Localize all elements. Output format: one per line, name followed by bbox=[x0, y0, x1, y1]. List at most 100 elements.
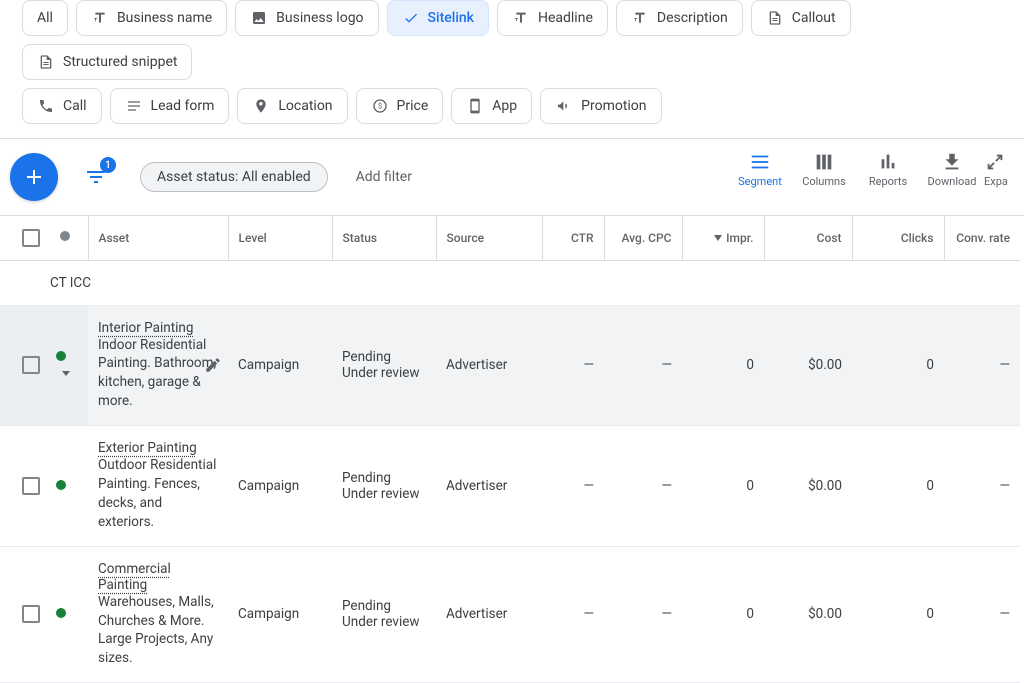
col-avg-cpc[interactable]: Avg. CPC bbox=[604, 216, 682, 260]
download-label: Download bbox=[928, 175, 977, 188]
row-checkbox[interactable] bbox=[22, 477, 40, 495]
chip-promotion[interactable]: Promotion bbox=[540, 88, 661, 124]
download-button[interactable]: Download bbox=[920, 151, 984, 188]
table-row[interactable]: Exterior Painting Outdoor Residential Pa… bbox=[0, 426, 1020, 547]
status-dot-green-icon[interactable] bbox=[56, 608, 66, 618]
asset-description: Outdoor Residential Painting. Fences, de… bbox=[98, 457, 216, 530]
chip-label: Sitelink bbox=[428, 10, 474, 26]
doc-icon bbox=[766, 9, 784, 27]
table-row[interactable]: Commercial Painting Warehouses, Malls, C… bbox=[0, 546, 1020, 683]
pin-icon bbox=[252, 97, 270, 115]
col-ctr[interactable]: CTR bbox=[542, 216, 604, 260]
status-dot-green-icon[interactable] bbox=[56, 351, 66, 361]
cell-status: PendingUnder review bbox=[332, 305, 436, 426]
svg-text:$: $ bbox=[377, 102, 381, 111]
cell-conv-rate: — bbox=[944, 305, 1020, 426]
chip-business-logo[interactable]: Business logo bbox=[235, 0, 378, 36]
promo-icon bbox=[555, 97, 573, 115]
cell-level: Campaign bbox=[228, 426, 332, 547]
impr-label: Impr. bbox=[726, 231, 753, 245]
chip-business-name[interactable]: Business name bbox=[76, 0, 227, 36]
cell-avg-cpc: — bbox=[604, 305, 682, 426]
chip-label: App bbox=[492, 98, 517, 114]
chip-label: All bbox=[37, 10, 53, 26]
add-asset-button[interactable] bbox=[10, 153, 58, 201]
doc-icon bbox=[37, 53, 55, 71]
cell-avg-cpc: — bbox=[604, 426, 682, 547]
call-icon bbox=[37, 97, 55, 115]
cell-clicks: 0 bbox=[852, 305, 944, 426]
cell-impr: 0 bbox=[682, 426, 764, 547]
select-all-checkbox[interactable] bbox=[22, 229, 40, 247]
chip-label: Promotion bbox=[581, 98, 646, 114]
asset-type-chips-row-1: All Business name Business logo Sitelink… bbox=[0, 0, 1024, 84]
group-row: CT ICC bbox=[0, 260, 1020, 305]
cell-cost: $0.00 bbox=[764, 305, 852, 426]
cell-status: PendingUnder review bbox=[332, 546, 436, 683]
cell-status: PendingUnder review bbox=[332, 426, 436, 547]
form-icon bbox=[125, 97, 143, 115]
chip-call[interactable]: Call bbox=[22, 88, 102, 124]
cell-cost: $0.00 bbox=[764, 546, 852, 683]
asset-title[interactable]: Commercial Painting bbox=[98, 561, 171, 593]
chip-label: Headline bbox=[538, 10, 593, 26]
cell-ctr: — bbox=[542, 305, 604, 426]
image-icon bbox=[250, 9, 268, 27]
chip-headline[interactable]: Headline bbox=[497, 0, 608, 36]
chip-label: Callout bbox=[792, 10, 836, 26]
toolbar-tools: Segment Columns Reports Download Expa bbox=[728, 151, 1024, 188]
asset-type-chips-row-2: Call Lead form Location $ Price App Prom… bbox=[0, 88, 1024, 128]
status-dot-green-icon[interactable] bbox=[56, 480, 66, 490]
chip-structured-snippet[interactable]: Structured snippet bbox=[22, 44, 192, 80]
chip-label: Business logo bbox=[276, 10, 363, 26]
columns-button[interactable]: Columns bbox=[792, 151, 856, 188]
chip-callout[interactable]: Callout bbox=[751, 0, 851, 36]
asset-title[interactable]: Interior Painting bbox=[98, 320, 193, 336]
chip-location[interactable]: Location bbox=[237, 88, 347, 124]
asset-description: Indoor Residential Painting. Bathroom, k… bbox=[98, 337, 216, 410]
col-source[interactable]: Source bbox=[436, 216, 542, 260]
chip-all[interactable]: All bbox=[22, 0, 68, 36]
chevron-down-icon[interactable] bbox=[62, 371, 70, 376]
cell-ctr: — bbox=[542, 426, 604, 547]
chip-lead-form[interactable]: Lead form bbox=[110, 88, 230, 124]
reports-button[interactable]: Reports bbox=[856, 151, 920, 188]
chip-app[interactable]: App bbox=[451, 88, 532, 124]
cell-cost: $0.00 bbox=[764, 426, 852, 547]
add-filter-label: Add filter bbox=[356, 169, 412, 185]
chip-price[interactable]: $ Price bbox=[356, 88, 444, 124]
asset-title[interactable]: Exterior Painting bbox=[98, 440, 197, 456]
cell-source: Advertiser bbox=[436, 305, 542, 426]
text-icon bbox=[512, 9, 530, 27]
table-row[interactable]: Interior Painting Indoor Residential Pai… bbox=[0, 305, 1020, 426]
assets-table: Asset Level Status Source CTR Avg. CPC I… bbox=[0, 215, 1024, 683]
status-dot-icon bbox=[60, 231, 70, 241]
chip-sitelink[interactable]: Sitelink bbox=[387, 0, 489, 36]
col-status[interactable]: Status bbox=[332, 216, 436, 260]
col-clicks[interactable]: Clicks bbox=[852, 216, 944, 260]
reports-label: Reports bbox=[869, 175, 907, 188]
status-chip-label: Asset status: All enabled bbox=[157, 169, 311, 185]
filter-button[interactable]: 1 bbox=[80, 161, 112, 193]
edit-icon[interactable] bbox=[204, 356, 222, 374]
segment-button[interactable]: Segment bbox=[728, 151, 792, 188]
col-level[interactable]: Level bbox=[228, 216, 332, 260]
col-asset[interactable]: Asset bbox=[88, 216, 228, 260]
chip-label: Business name bbox=[117, 10, 212, 26]
app-icon bbox=[466, 97, 484, 115]
cell-ctr: — bbox=[542, 546, 604, 683]
row-checkbox[interactable] bbox=[22, 605, 40, 623]
col-cost[interactable]: Cost bbox=[764, 216, 852, 260]
chip-label: Lead form bbox=[151, 98, 215, 114]
col-conv-rate[interactable]: Conv. rate bbox=[944, 216, 1020, 260]
add-filter-input[interactable]: Add filter bbox=[356, 169, 412, 185]
text-icon bbox=[631, 9, 649, 27]
expand-button[interactable]: Expa bbox=[984, 151, 1024, 188]
col-impr[interactable]: Impr. bbox=[682, 216, 764, 260]
cell-conv-rate: — bbox=[944, 546, 1020, 683]
status-filter-chip[interactable]: Asset status: All enabled bbox=[140, 162, 328, 192]
columns-label: Columns bbox=[802, 175, 846, 188]
chip-label: Call bbox=[63, 98, 87, 114]
chip-description[interactable]: Description bbox=[616, 0, 743, 36]
row-checkbox[interactable] bbox=[22, 356, 40, 374]
